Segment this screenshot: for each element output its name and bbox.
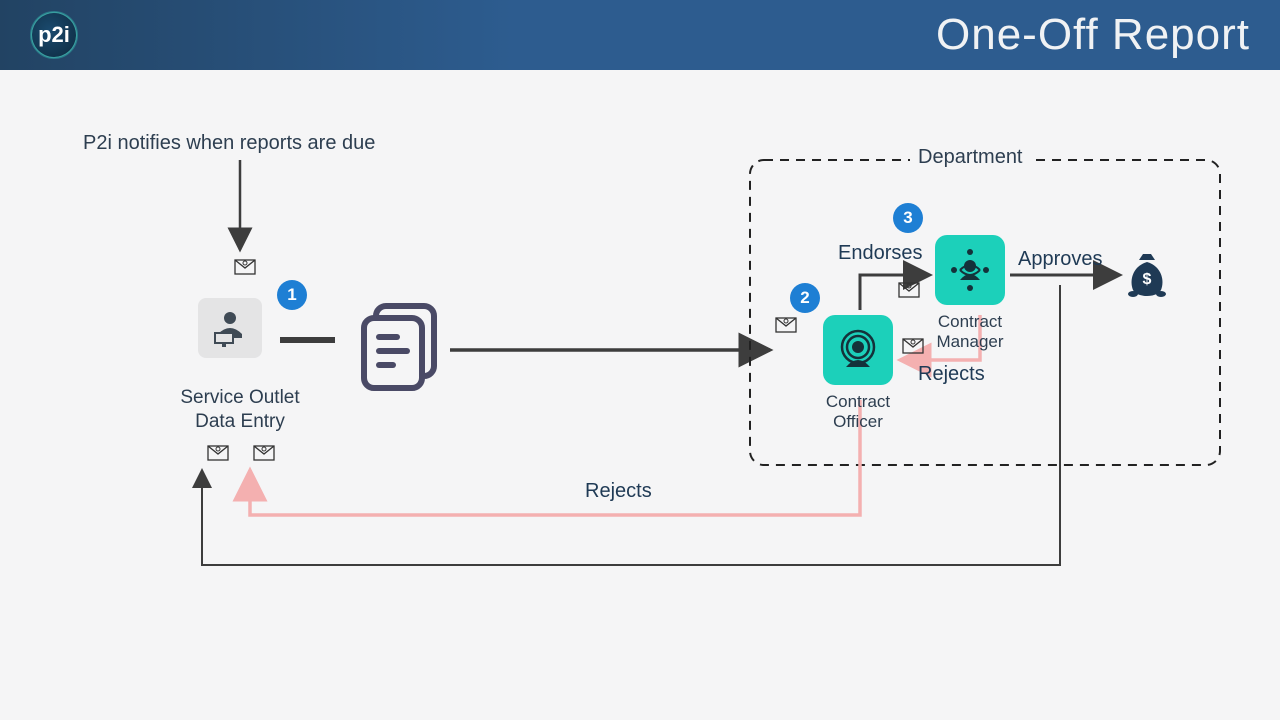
mail-icon: [898, 282, 920, 298]
diagram-canvas: P2i notifies when reports are due 1 Serv…: [0, 70, 1280, 720]
contract-manager-icon: [935, 235, 1005, 305]
department-label: Department: [910, 146, 1031, 169]
rejects-cm-label: Rejects: [918, 363, 985, 386]
mail-icon: [207, 445, 229, 461]
mail-icon: [234, 259, 256, 275]
service-outlet-label-1: Service Outlet: [160, 386, 320, 410]
svg-text:$: $: [1143, 271, 1152, 288]
step-badge-2: 2: [790, 283, 820, 313]
notify-label: P2i notifies when reports are due: [83, 132, 375, 155]
service-outlet-label: Service Outlet Data Entry: [160, 386, 320, 434]
contract-officer-icon: [823, 315, 893, 385]
contract-officer-label: Contract Officer: [808, 392, 908, 433]
service-outlet-label-2: Data Entry: [160, 410, 320, 434]
logo-icon: p2i: [30, 11, 78, 59]
contract-manager-node: [935, 235, 1005, 305]
mail-icon: [253, 445, 275, 461]
document-icon: [350, 292, 440, 384]
logo-text: p2i: [38, 22, 70, 48]
rejects-co-label: Rejects: [585, 480, 652, 503]
logo: p2i: [30, 11, 78, 59]
cm-label-2: Manager: [924, 332, 1016, 352]
contract-officer-node: [823, 315, 893, 385]
co-label-1: Contract: [808, 392, 908, 412]
header-bar: p2i One-Off Report: [0, 0, 1280, 70]
page-title: One-Off Report: [936, 10, 1250, 60]
service-outlet-icon: [198, 298, 262, 358]
mail-icon: [902, 338, 924, 354]
co-label-2: Officer: [808, 412, 908, 432]
cm-label-1: Contract: [924, 312, 1016, 332]
approves-label: Approves: [1018, 248, 1103, 271]
step-badge-3: 3: [893, 203, 923, 233]
money-icon: $: [1125, 250, 1169, 298]
mail-icon: [775, 317, 797, 333]
step-badge-1: 1: [277, 280, 307, 310]
contract-manager-label: Contract Manager: [924, 312, 1016, 353]
endorses-label: Endorses: [838, 242, 923, 265]
service-outlet-node: [198, 298, 262, 358]
